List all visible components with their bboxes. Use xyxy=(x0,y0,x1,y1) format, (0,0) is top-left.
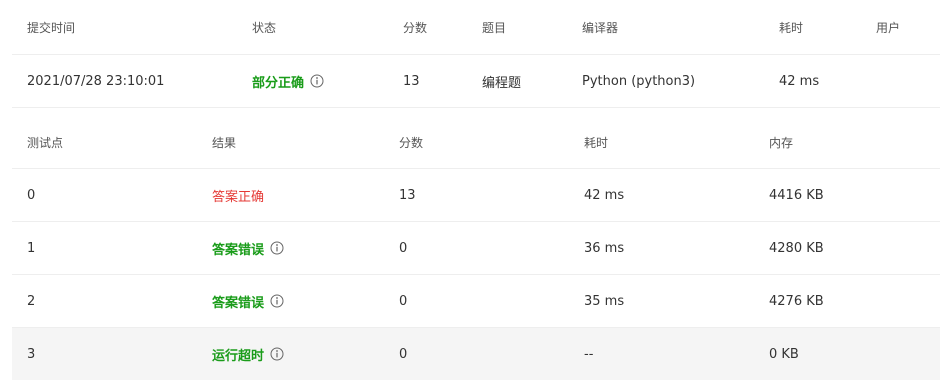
header-memory: 内存 xyxy=(769,135,794,150)
problem-link[interactable]: 编程题 xyxy=(482,55,521,107)
result-accepted: 答案正确 xyxy=(212,189,265,205)
info-icon[interactable] xyxy=(270,294,284,308)
header-case-score: 分数 xyxy=(399,135,424,150)
table-row: 1 答案错误 0 36 ms 4280 KB xyxy=(12,222,940,275)
table-row: 0 答案正确 13 42 ms 4416 KB xyxy=(12,169,940,222)
case-time: 35 ms xyxy=(584,293,625,309)
compiler-value: Python (python3) xyxy=(582,73,696,89)
result-cell: 答案正确 xyxy=(212,169,264,221)
case-score: 13 xyxy=(399,187,416,203)
summary-data-row: 2021/07/28 23:10:01 部分正确 13 编程题 Python (… xyxy=(12,55,940,108)
table-row: 3 运行超时 0 -- 0 KB xyxy=(12,328,940,380)
cases-header-row: 测试点 结果 分数 耗时 内存 xyxy=(12,116,940,169)
case-memory: 0 KB xyxy=(769,346,799,362)
header-case-time: 耗时 xyxy=(584,135,609,150)
info-icon[interactable] xyxy=(270,241,284,255)
result-wrong-answer[interactable]: 答案错误 xyxy=(212,239,264,258)
case-time: 36 ms xyxy=(584,240,625,256)
submit-time-value: 2021/07/28 23:10:01 xyxy=(27,73,165,89)
result-cell[interactable]: 运行超时 xyxy=(212,328,284,380)
case-time: 42 ms xyxy=(584,187,625,203)
test-point-id: 2 xyxy=(27,293,36,309)
case-memory: 4416 KB xyxy=(769,187,824,203)
score-value: 13 xyxy=(403,73,420,89)
header-test-point: 测试点 xyxy=(27,135,64,150)
header-problem: 题目 xyxy=(482,20,507,35)
case-score: 0 xyxy=(399,346,408,362)
header-score: 分数 xyxy=(403,20,428,35)
status-cell[interactable]: 部分正确 xyxy=(252,55,324,107)
summary-header-row: 提交时间 状态 分数 题目 编译器 耗时 用户 xyxy=(12,0,940,55)
result-time-limit-exceeded[interactable]: 运行超时 xyxy=(212,345,264,364)
test-point-id: 3 xyxy=(27,346,36,362)
info-icon[interactable] xyxy=(270,347,284,361)
header-user: 用户 xyxy=(876,20,901,35)
header-result: 结果 xyxy=(212,135,237,150)
test-point-id: 0 xyxy=(27,187,36,203)
status-partial-correct[interactable]: 部分正确 xyxy=(252,72,304,91)
result-cell[interactable]: 答案错误 xyxy=(212,275,284,327)
result-wrong-answer[interactable]: 答案错误 xyxy=(212,292,264,311)
time-value: 42 ms xyxy=(779,73,820,89)
case-time: -- xyxy=(584,346,594,362)
test-cases-table: 测试点 结果 分数 耗时 内存 0 答案正确 13 42 ms 4416 KB … xyxy=(12,116,940,380)
case-score: 0 xyxy=(399,240,408,256)
case-score: 0 xyxy=(399,293,408,309)
case-memory: 4280 KB xyxy=(769,240,824,256)
info-icon[interactable] xyxy=(310,74,324,88)
header-compiler: 编译器 xyxy=(582,20,619,35)
case-memory: 4276 KB xyxy=(769,293,824,309)
table-row: 2 答案错误 0 35 ms 4276 KB xyxy=(12,275,940,328)
header-submit-time: 提交时间 xyxy=(27,20,76,35)
header-status: 状态 xyxy=(252,20,277,35)
result-cell[interactable]: 答案错误 xyxy=(212,222,284,274)
header-time: 耗时 xyxy=(779,20,804,35)
test-point-id: 1 xyxy=(27,240,36,256)
submission-summary-table: 提交时间 状态 分数 题目 编译器 耗时 用户 2021/07/28 23:10… xyxy=(12,0,940,108)
